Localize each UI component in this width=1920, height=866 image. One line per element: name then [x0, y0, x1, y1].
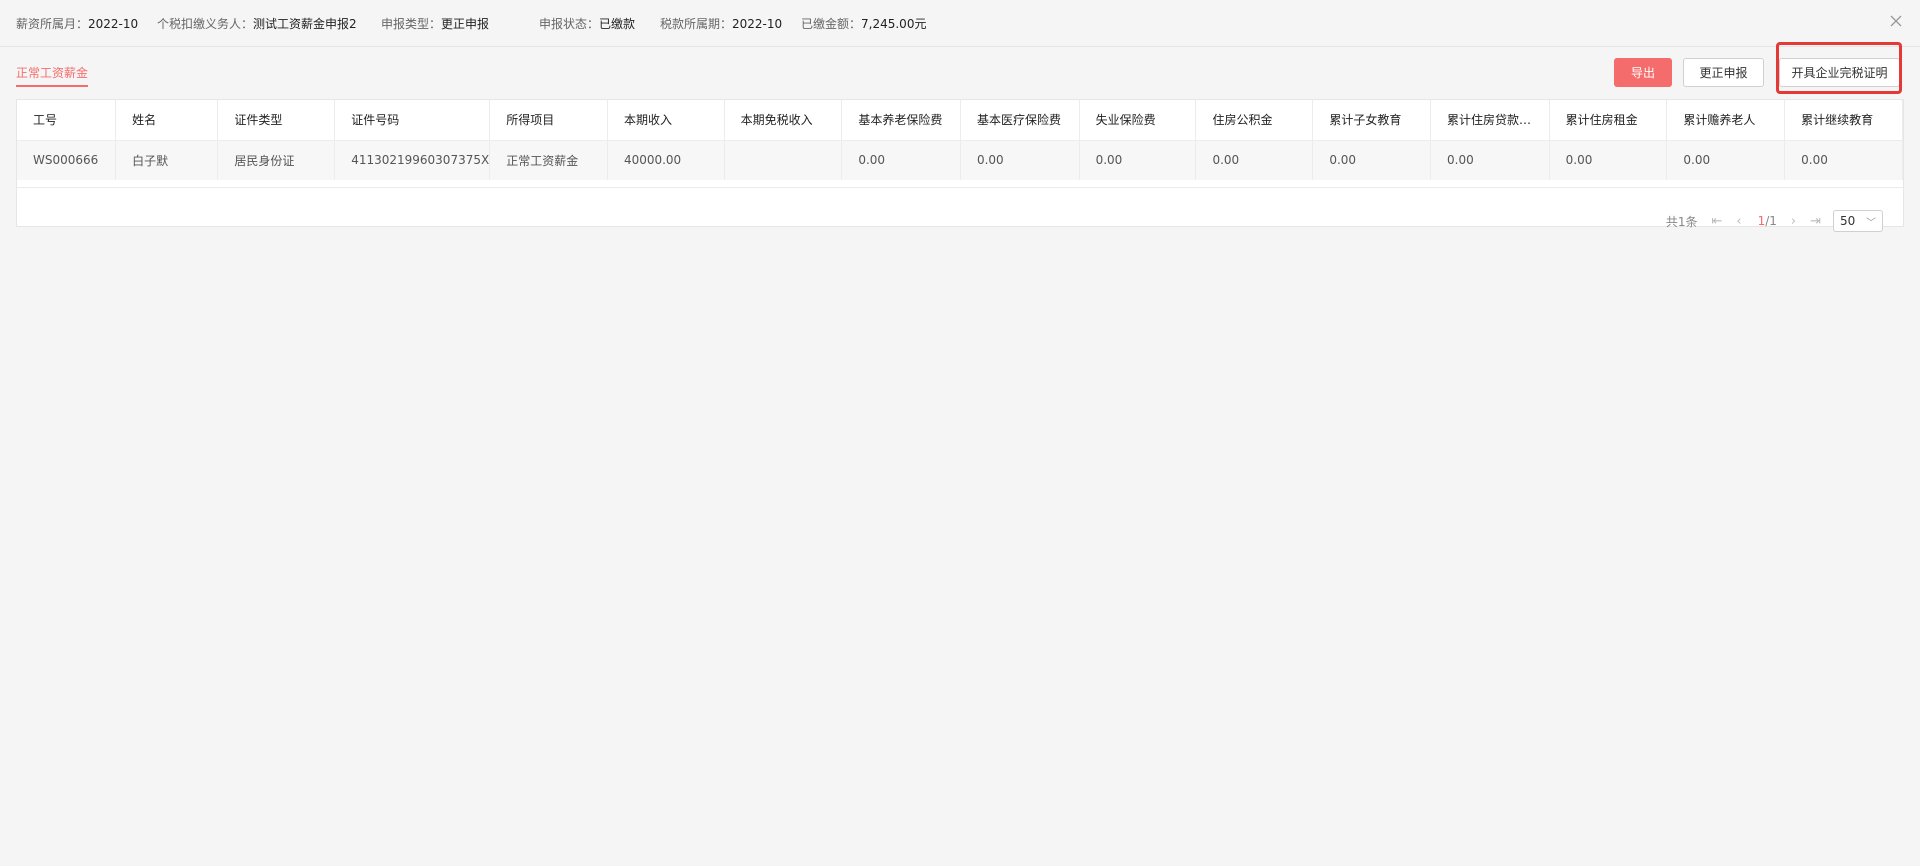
table-cell: 40000.00 — [607, 140, 725, 180]
column-header: 住房公积金 — [1195, 100, 1314, 141]
tab-normal-salary[interactable]: 正常工资薪金 — [16, 64, 89, 87]
close-icon[interactable] — [1888, 14, 1904, 30]
meta-key: 申报状态： — [539, 17, 600, 31]
table-cell: 0.00 — [960, 140, 1080, 180]
table-cell: 0.00 — [1549, 140, 1668, 180]
meta-value: 2022-10 — [88, 17, 139, 31]
declaration-table: 工号 姓名 证件类型 证件号码 所得项目 本期收入 本期免税收入 基本养老保险费 基本医疗保险费… — [17, 100, 1903, 180]
table-cell: 0.00 — [1430, 140, 1550, 180]
meta-value: 更正申报 — [441, 17, 490, 31]
page-size-select[interactable]: 50 ﹀ — [1833, 210, 1883, 232]
meta-key: 薪资所属月： — [16, 17, 89, 31]
table-cell: 0.00 — [841, 140, 961, 180]
table-cell: 0.00 — [1195, 140, 1314, 180]
meta-value: 已缴款 — [599, 17, 636, 31]
column-header: 基本养老保险费 — [841, 100, 961, 141]
table-cell: WS000666 — [17, 140, 117, 180]
column-header: 基本医疗保险费 — [960, 100, 1080, 141]
column-header: 累计住房租金 — [1549, 100, 1668, 141]
table-cell: 0.00 — [1312, 140, 1432, 180]
table-cell: 居民身份证 — [217, 140, 336, 180]
next-page-icon[interactable]: › — [1791, 214, 1796, 229]
meta-value: 2022-10 — [732, 17, 783, 31]
column-header: 本期免税收入 — [724, 100, 843, 141]
chevron-down-icon: ﹀ — [1866, 217, 1876, 229]
column-header: 失业保险费 — [1079, 100, 1197, 141]
meta-key: 已缴金额： — [801, 17, 862, 31]
table-cell — [724, 140, 843, 180]
prev-page-icon[interactable]: ‹ — [1736, 214, 1741, 229]
column-header: 累计住房贷款… — [1430, 100, 1550, 141]
data-table-panel: 工号 姓名 证件类型 证件号码 所得项目 本期收入 本期免税收入 基本养老保险费 基本医疗保险费… — [16, 99, 1904, 232]
page-indicator: 1/1 — [1758, 214, 1777, 228]
table-cell: 正常工资薪金 — [489, 140, 608, 180]
table-cell: 0.00 — [1666, 140, 1786, 180]
column-header: 累计子女教育 — [1312, 100, 1432, 141]
column-header: 姓名 — [115, 100, 219, 141]
meta-paid-amount: 已缴金额：7,245.00元 — [801, 15, 926, 32]
column-header: 证件类型 — [217, 100, 336, 141]
first-page-icon[interactable]: ⇤ — [1711, 214, 1722, 229]
meta-declare-type: 申报类型：更正申报 — [381, 15, 489, 32]
total-count: 共1条 — [1665, 214, 1698, 229]
column-header: 本期收入 — [607, 100, 725, 141]
meta-declare-status: 申报状态：已缴款 — [539, 15, 635, 32]
column-header: 累计赡养老人 — [1666, 100, 1786, 141]
close-icon-glyph — [1890, 15, 1902, 27]
table-cell: 白子默 — [115, 140, 219, 180]
export-button[interactable]: 导出 — [1614, 58, 1672, 87]
meta-withholding-agent: 个税扣缴义务人：测试工资薪金申报2 — [157, 15, 357, 32]
table-header-row: 工号 姓名 证件类型 证件号码 所得项目 本期收入 本期免税收入 基本养老保险费 基本医疗保险费… — [17, 100, 1903, 141]
meta-value: 7,245.00元 — [861, 17, 927, 31]
column-header: 工号 — [17, 100, 117, 141]
pagination: 共1条 ⇤ ‹ 1/1 › ⇥ 50 ﹀ — [1666, 210, 1883, 232]
info-header: 薪资所属月：2022-10 个税扣缴义务人：测试工资薪金申报2 申报类型：更正申… — [0, 0, 1920, 47]
column-header: 所得项目 — [489, 100, 608, 141]
correct-declare-button[interactable]: 更正申报 — [1683, 58, 1764, 87]
tax-certificate-button[interactable]: 开具企业完税证明 — [1779, 58, 1900, 87]
meta-key: 申报类型： — [381, 17, 442, 31]
table-cell: 0.00 — [1784, 140, 1903, 180]
page-size-value: 50 — [1840, 214, 1856, 228]
meta-key: 税款所属期： — [660, 17, 733, 31]
last-page-icon[interactable]: ⇥ — [1810, 214, 1821, 229]
column-header: 证件号码 — [334, 100, 491, 141]
table-cell: 0.00 — [1079, 140, 1197, 180]
column-header: 累计继续教育 — [1784, 100, 1903, 141]
table-row[interactable]: WS000666 白子默 居民身份证 41130219960307375X 正常工资薪金… — [17, 140, 1903, 180]
table-scroll-area[interactable]: 工号 姓名 证件类型 证件号码 所得项目 本期收入 本期免税收入 基本养老保险费 基本医疗保险费… — [17, 100, 1903, 188]
meta-value: 测试工资薪金申报2 — [253, 17, 357, 31]
meta-salary-month: 薪资所属月：2022-10 — [16, 15, 138, 32]
table-cell: 41130219960307375X — [334, 140, 491, 180]
meta-key: 个税扣缴义务人： — [157, 17, 254, 31]
meta-tax-period: 税款所属期：2022-10 — [660, 15, 782, 32]
total-pages: /1 — [1765, 214, 1777, 228]
